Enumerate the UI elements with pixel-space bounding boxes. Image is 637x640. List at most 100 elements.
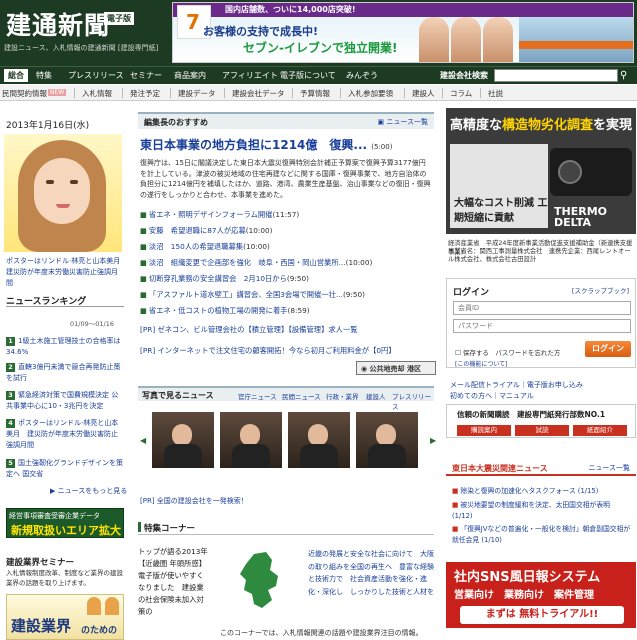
subnav-item-data[interactable]: 建設データ: [178, 88, 216, 99]
news-photo[interactable]: [152, 412, 214, 468]
subnav-item-plans[interactable]: 発注予定: [130, 88, 160, 99]
special-right-text[interactable]: 近畿の発展と安全な社会に向けて 大阪の取り組みを全国の再生へ 豊富な経験と技術力…: [308, 548, 434, 598]
news-link[interactable]: ■ 切断穿孔業務の安全講習会 2月10日から(9:50): [140, 274, 309, 284]
quake-news-link[interactable]: ■ 「復興JVなどの普遍化・一般化を検討」朝倉副国交相が就任会見 (1/10): [452, 524, 632, 546]
photo-tab[interactable]: 官庁ニュース: [238, 391, 277, 401]
edition-badge: 電子版: [104, 12, 134, 25]
news-photo[interactable]: [356, 412, 418, 468]
password-input[interactable]: [453, 319, 631, 333]
seminar-description: 入札情報制度改革、制度など業界の建設業界の話題を取り上げます。: [6, 569, 123, 587]
subnav-item-guidelines[interactable]: 入札参加要領: [348, 88, 393, 99]
news-photo[interactable]: [288, 412, 350, 468]
thermo-delta-ad[interactable]: 高精度な構造物劣化調査を実現 大幅なコスト削減 工期短縮に貢献 THERMO D…: [446, 108, 636, 234]
ad-person-image: [419, 17, 449, 62]
nav-item-seminar[interactable]: セミナー: [130, 70, 162, 81]
photo-tab[interactable]: 行政・業界: [326, 391, 359, 401]
subnav-item-private[interactable]: 民間契約情報: [2, 88, 47, 99]
nav-item-about[interactable]: 電子版について: [280, 70, 336, 81]
company-search-input[interactable]: [494, 69, 618, 82]
news-link[interactable]: ■ 安藤 希望退職に87人が応募(10:00): [140, 226, 273, 236]
editor-picks-header: 編集長のおすすめ ▣ ニュース一覧: [138, 112, 434, 129]
earthquake-news-header: 東日本大震災関連ニュース ニュース一覧: [446, 460, 636, 476]
about-feature-link[interactable]: [この機能について]: [455, 359, 508, 368]
header-ad-banner[interactable]: 国内店舗数、ついに14,000店突破! 7 お客様の支持で成長中! セブン‐イレ…: [172, 2, 634, 63]
sns-report-ad[interactable]: 社内SNS風日報システム 営業向け 業務向け 案件管理 まずは 無料トライアル!…: [446, 562, 636, 628]
pr-link[interactable]: [PR] ゼネコン、ビル管理会社の【積立管理】【設備管理】求人一覧: [140, 325, 358, 335]
main-nav: 総合 特集 プレスリリース セミナー 商品案内 アフィリエイト 電子版について …: [0, 66, 637, 84]
login-title: ログイン: [453, 288, 490, 298]
site-tagline: 建設ニュース、入札情報の建通新聞 [建設専門紙]: [4, 44, 159, 52]
subnav-item-bids[interactable]: 入札情報: [82, 88, 112, 99]
photo-tab[interactable]: プレスリリース: [392, 391, 434, 411]
nav-item-minzou[interactable]: みんぞう: [346, 70, 378, 81]
more-news-link[interactable]: ▶ ニュースをもっと見る: [50, 486, 127, 496]
news-link[interactable]: ■ 省エネ・照明デザインフォーラム開催(11:57): [140, 210, 299, 220]
subnav-item-column[interactable]: コラム: [450, 88, 472, 99]
quake-news-list-link[interactable]: ニュース一覧: [588, 463, 630, 473]
trial-read-button[interactable]: 試読: [515, 425, 569, 436]
nav-item-press[interactable]: プレスリリース: [68, 70, 124, 81]
carousel-prev-icon[interactable]: ◀: [140, 436, 146, 445]
photo-tab[interactable]: 民間ニュース: [282, 391, 321, 401]
news-link[interactable]: ■ 淡沼 組織変更で企画部を強化 岐阜・西国・岡山営業所...(10:00): [140, 258, 372, 268]
news-link[interactable]: ■ 淡沼 150人の希望退職募集(10:00): [140, 242, 270, 252]
subnav-item-company-data[interactable]: 建設会社データ: [232, 88, 285, 99]
kinki-map-image[interactable]: [232, 550, 292, 612]
special-footer-text: このコーナーでは、入札情報関連の話題や建設業界注目の情報。: [220, 629, 423, 637]
member-id-input[interactable]: [453, 301, 631, 315]
nav-item-affiliate[interactable]: アフィリエイト: [222, 70, 278, 81]
subscription-box: 信頼の新聞購読 建設専門紙発行部数NO.1 購読案内 試読 紙面紹介: [446, 404, 636, 438]
pr-link[interactable]: [PR] インターネットで注文住宅の顧客開拓！今なら初月ご利用料金が【0円】: [140, 346, 396, 356]
pr-link[interactable]: [PR] 全国の建設会社を一発検索！: [140, 496, 248, 506]
ad-banner-text: 国内店舗数、ついに14,000店突破!: [225, 5, 356, 14]
nav-item-products[interactable]: 商品案内: [174, 70, 206, 81]
subnav-item-budget[interactable]: 予算情報: [300, 88, 330, 99]
new-badge: NEW: [48, 89, 67, 96]
ad-person-image: [483, 17, 513, 62]
ad-line1: お客様の支持で成長中!: [203, 25, 319, 38]
camera-icon: [550, 148, 632, 196]
news-photo[interactable]: [220, 412, 282, 468]
nav-item-general[interactable]: 総合: [4, 69, 28, 82]
seminar-title: 建設業界セミナー: [6, 558, 75, 568]
site-header: 建通新聞 電子版 建設ニュース、入札情報の建通新聞 [建設専門紙] 国内店舗数、…: [0, 0, 637, 66]
paper-intro-button[interactable]: 紙面紹介: [573, 425, 627, 436]
site-logo[interactable]: 建通新聞: [6, 6, 110, 42]
special-corner-header: 特集コーナー: [138, 518, 434, 535]
ranking-date-range: 01/09～01/16: [70, 320, 114, 328]
news-list-link[interactable]: ▣ ニュース一覧: [378, 117, 429, 127]
poster-image[interactable]: [4, 134, 122, 252]
divider: [6, 306, 124, 307]
trial-signup-links[interactable]: メール配信トライアル｜電子版お申し込み: [450, 380, 583, 390]
quake-news-link[interactable]: ■ 除染と復興の加速化へタスクフォース (1/15): [452, 486, 632, 497]
ranking-item[interactable]: 3 緊急経済対策で国費規模決定 公共事業中心に10・3兆円を決定: [6, 390, 124, 412]
seminar-banner[interactable]: 建設業界 のための: [6, 594, 124, 640]
subnav-item-people[interactable]: 建設人: [412, 88, 435, 99]
featured-article-body: 復興庁は、15日に閣議決定した東日本大震災復興特別会計補正予算案で復興予算317…: [140, 159, 431, 199]
ranking-item[interactable]: 4 ポスターはリンドル·林亮と山本美月 建災防が年度末労働災害防止強調月間: [6, 418, 124, 451]
ad-caption: 事業者名：関西工事測量株式会社 連携先企業：西尾レントオール株式会社、株式会社古…: [448, 248, 631, 263]
login-button[interactable]: ログイン: [585, 341, 631, 357]
search-icon[interactable]: ⚲: [620, 70, 627, 81]
scrapbook-link[interactable]: [スクラップブック]: [572, 285, 629, 295]
company-search-label: 建設会社検索: [440, 71, 488, 80]
guide-manual-links[interactable]: 初めての方へ｜マニュアル: [450, 391, 534, 401]
news-link[interactable]: ■ 「アスファルト道水壁工」講習会、全国3会場で開催一壮...(9:50): [140, 290, 365, 300]
ranking-item[interactable]: 1 1級土木施工管理技士の合格率は34.6%: [6, 336, 124, 358]
quake-news-link[interactable]: ■ 被災地要望の制度緩和を決定、太田国交相が表明 (1/12): [452, 500, 632, 522]
remember-checkbox[interactable]: ☐ 保存する パスワードを忘れた方: [455, 347, 560, 357]
nav-item-special[interactable]: 特集: [36, 70, 52, 81]
subnav-item-editorial[interactable]: 社説: [488, 88, 503, 99]
keishin-data-banner[interactable]: 経営事項審査受審企業データ 新規取扱いエリア拡大: [6, 508, 124, 538]
carousel-next-icon[interactable]: ▶: [430, 436, 436, 445]
ranking-item[interactable]: 5 国土強靭化グランドデザインを策定へ 国交省: [6, 458, 124, 480]
poster-caption-link[interactable]: ポスターはリンドル·林亮と山本美月 建災防が年度末労働災害防止強調月間: [6, 256, 127, 289]
public-land-sale-button[interactable]: ◉ 公共地売却 港区: [356, 361, 436, 375]
news-link[interactable]: ■ 省エネ・低コストの植物工場の開発に着手(8:59): [140, 306, 310, 316]
ranking-item[interactable]: 2 直轄3億円未満で競合再発防止策を試行: [6, 362, 124, 384]
photo-tab[interactable]: 建設人: [366, 391, 386, 401]
subscribe-guide-button[interactable]: 購読案内: [457, 425, 511, 436]
special-left-text[interactable]: トップが語る2013年【近畿圏 年頭所感】 電子版が使いやすくなりました 建設業…: [138, 546, 210, 618]
sub-nav: 民間契約情報 NEW 入札情報 発注予定 建設データ 建設会社データ 予算情報 …: [0, 85, 637, 101]
featured-article-title[interactable]: 東日本事業の地方負担に1214億 復興... (5:00): [140, 136, 392, 153]
